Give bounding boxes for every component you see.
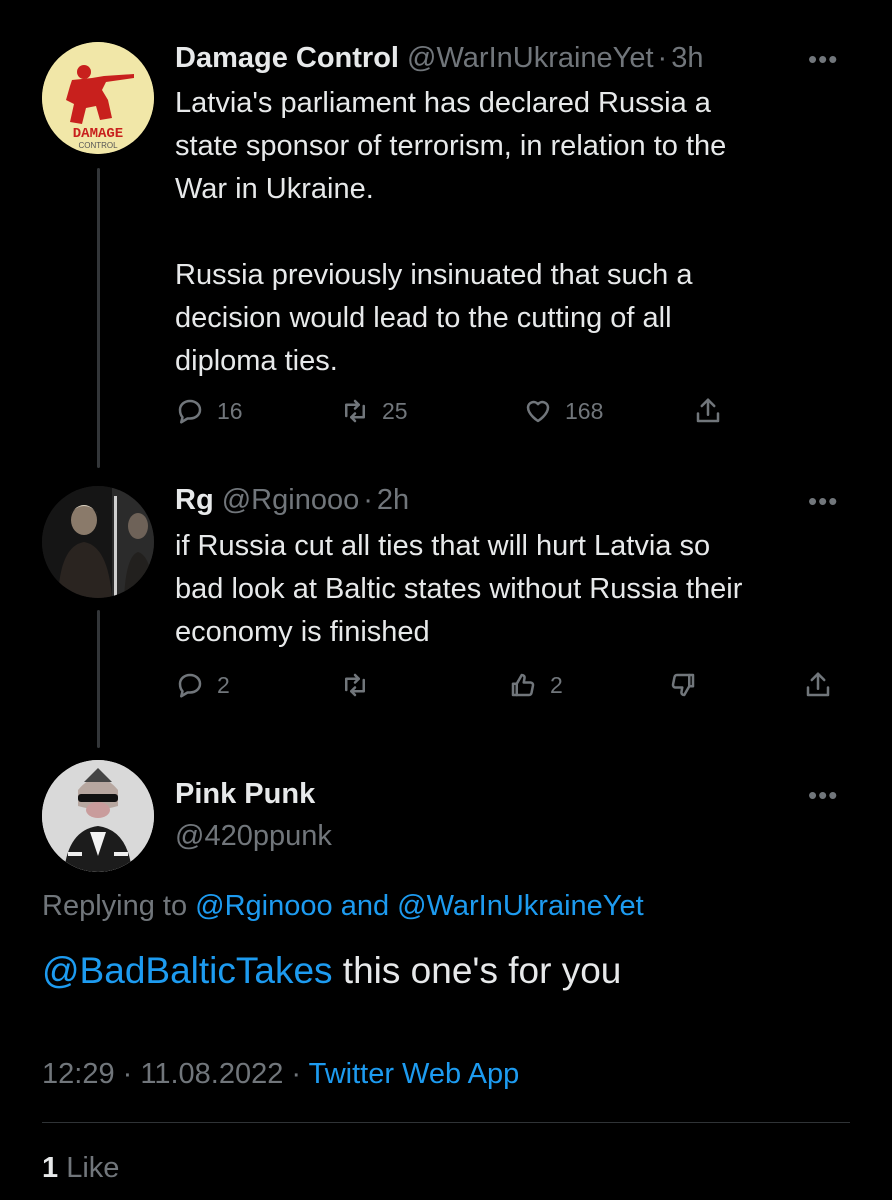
- tweet1-reply-count: 16: [217, 397, 243, 424]
- retweet-icon: [345, 673, 365, 697]
- tweet1-reply-button[interactable]: 16: [175, 396, 243, 426]
- tweet2-reply-button[interactable]: 2: [175, 670, 230, 700]
- replying-to-user-rginooo[interactable]: @Rginooo: [195, 890, 332, 922]
- heart-icon: [526, 400, 550, 423]
- avatar-rg-image-icon: [42, 486, 154, 598]
- thread-line-2: [97, 610, 100, 748]
- likes-summary[interactable]: 1 Like: [42, 1152, 119, 1185]
- tweet2-author-handle[interactable]: @Rginooo: [222, 484, 359, 516]
- tweet3-timestamp[interactable]: 12:29 · 11.08.2022 ·: [42, 1058, 301, 1090]
- tweet1-retweet-button[interactable]: 25: [340, 396, 408, 426]
- tweet1-like-button[interactable]: 168: [523, 396, 603, 426]
- tweet2-share-button[interactable]: [803, 670, 833, 700]
- tweet1-header: Damage Control @WarInUkraineYet · 3h: [175, 42, 703, 75]
- like-label: Like: [66, 1152, 120, 1184]
- avatar-rg[interactable]: [42, 486, 154, 598]
- tweet2-upvote-count: 2: [550, 671, 563, 698]
- tweet2-time[interactable]: 2h: [377, 484, 409, 516]
- tweet2-reply-count: 2: [217, 671, 230, 698]
- divider: [42, 1122, 850, 1123]
- tweet2-more-icon[interactable]: •••: [808, 486, 838, 517]
- tweet2-separator: ·: [363, 484, 373, 516]
- replying-to-user-warinukraineyet[interactable]: @WarInUkraineYet: [397, 890, 644, 922]
- tweet2-text: if Russia cut all ties that will hurt La…: [175, 530, 743, 648]
- tweet1-time[interactable]: 3h: [671, 42, 703, 74]
- avatar-pink-punk[interactable]: [42, 760, 154, 872]
- share-icon: [806, 672, 830, 697]
- tweet2-retweet-button[interactable]: [340, 670, 370, 700]
- tweet2-upvote-button[interactable]: 2: [508, 670, 563, 700]
- tweet1-author-handle[interactable]: @WarInUkraineYet: [407, 42, 654, 74]
- tweet3-source-link[interactable]: Twitter Web App: [309, 1058, 520, 1090]
- thumbs-down-icon: [671, 673, 695, 697]
- mention-badbaltictakes[interactable]: @BadBalticTakes: [42, 950, 333, 991]
- avatar-pink-punk-image-icon: [42, 760, 154, 872]
- tweet1-like-count: 168: [565, 397, 604, 424]
- thumbs-up-icon: [511, 673, 535, 697]
- replying-to-and: and: [340, 890, 390, 922]
- tweet2-author-name[interactable]: Rg: [175, 484, 214, 516]
- tweet3-meta: 12:29 · 11.08.2022 · Twitter Web App: [42, 1058, 519, 1091]
- thread-line-1: [97, 168, 100, 468]
- share-icon: [696, 398, 720, 423]
- damage-control-logo-icon: DAMAGE CONTROL: [42, 42, 154, 154]
- svg-text:CONTROL: CONTROL: [78, 141, 118, 150]
- tweet2-downvote-button[interactable]: [668, 670, 698, 700]
- svg-text:DAMAGE: DAMAGE: [73, 126, 123, 142]
- tweet1-author-name[interactable]: Damage Control: [175, 42, 399, 74]
- tweet1-separator: ·: [657, 42, 668, 74]
- tweet1-retweet-count: 25: [382, 397, 408, 424]
- tweet3-more-icon[interactable]: •••: [808, 780, 838, 811]
- tweet3-body: this one's for you: [332, 950, 622, 991]
- replying-to-line: Replying to @Rginooo and @WarInUkraineYe…: [42, 890, 644, 923]
- tweet3-author-handle[interactable]: @420ppunk: [175, 820, 332, 853]
- reply-icon: [178, 673, 202, 698]
- tweet1-share-button[interactable]: [693, 396, 723, 426]
- tweet3-text: @BadBalticTakes this one's for you: [42, 950, 621, 992]
- replying-to-prefix: Replying to: [42, 890, 188, 922]
- tweet3-author-name[interactable]: Pink Punk: [175, 778, 315, 811]
- tweet2-header: Rg @Rginooo · 2h: [175, 484, 409, 517]
- reply-icon: [178, 399, 202, 424]
- tweet1-text: Latvia's parliament has declared Russia …: [175, 87, 727, 377]
- retweet-icon: [345, 399, 365, 423]
- avatar-damage-control[interactable]: DAMAGE CONTROL: [42, 42, 154, 154]
- tweet1-more-icon[interactable]: •••: [808, 44, 838, 75]
- like-count: 1: [42, 1152, 59, 1184]
